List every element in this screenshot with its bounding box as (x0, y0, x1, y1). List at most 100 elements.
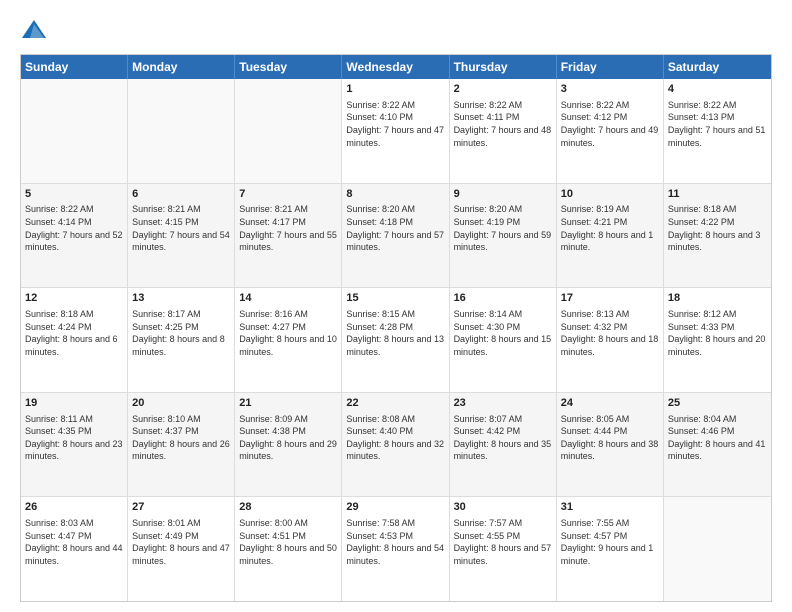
weekday-header: Sunday (21, 55, 128, 79)
cell-info: Sunrise: 7:58 AM Sunset: 4:53 PM Dayligh… (346, 517, 444, 567)
weekday-header: Saturday (664, 55, 771, 79)
weekday-header: Wednesday (342, 55, 449, 79)
calendar-body: 1 Sunrise: 8:22 AM Sunset: 4:10 PM Daylig… (21, 79, 771, 601)
calendar-cell: 27Sunrise: 8:01 AM Sunset: 4:49 PM Dayli… (128, 497, 235, 601)
calendar-row: 26 Sunrise: 8:03 AM Sunset: 4:47 PM Dayli… (21, 496, 771, 601)
calendar-cell (128, 79, 235, 183)
day-number: 17 (561, 291, 659, 306)
cell-info: Sunrise: 8:20 AM Sunset: 4:19 PM Dayligh… (454, 203, 552, 253)
cell-info: Sunrise: 8:20 AM Sunset: 4:18 PM Dayligh… (346, 203, 444, 253)
day-number: 18 (668, 291, 767, 306)
calendar-cell (235, 79, 342, 183)
calendar-cell: 22 Sunrise: 8:08 AM Sunset: 4:40 PM Dayli… (342, 393, 449, 497)
calendar-row: 5Sunrise: 8:22 AM Sunset: 4:14 PM Daylig… (21, 183, 771, 288)
calendar-cell: 5Sunrise: 8:22 AM Sunset: 4:14 PM Daylig… (21, 184, 128, 288)
calendar-cell: 18 Sunrise: 8:12 AM Sunset: 4:33 PM Dayli… (664, 288, 771, 392)
calendar-cell: 26 Sunrise: 8:03 AM Sunset: 4:47 PM Dayli… (21, 497, 128, 601)
calendar-cell: 4 Sunrise: 8:22 AM Sunset: 4:13 PM Daylig… (664, 79, 771, 183)
cell-info: Sunrise: 8:18 AM Sunset: 4:22 PM Dayligh… (668, 203, 767, 253)
cell-info: Sunrise: 8:22 AM Sunset: 4:12 PM Dayligh… (561, 99, 659, 149)
day-number: 14 (239, 291, 337, 306)
day-number: 20 (132, 396, 230, 411)
calendar-cell: 7Sunrise: 8:21 AM Sunset: 4:17 PM Daylig… (235, 184, 342, 288)
calendar-cell: 23 Sunrise: 8:07 AM Sunset: 4:42 PM Dayli… (450, 393, 557, 497)
calendar-cell: 15 Sunrise: 8:15 AM Sunset: 4:28 PM Dayli… (342, 288, 449, 392)
calendar-cell: 31Sunrise: 7:55 AM Sunset: 4:57 PM Dayli… (557, 497, 664, 601)
cell-info: Sunrise: 8:21 AM Sunset: 4:17 PM Dayligh… (239, 203, 337, 253)
day-number: 4 (668, 82, 767, 97)
calendar-cell: 16 Sunrise: 8:14 AM Sunset: 4:30 PM Dayli… (450, 288, 557, 392)
weekday-header: Friday (557, 55, 664, 79)
weekday-header: Tuesday (235, 55, 342, 79)
calendar-cell: 8Sunrise: 8:20 AM Sunset: 4:18 PM Daylig… (342, 184, 449, 288)
day-number: 30 (454, 500, 552, 515)
calendar-cell: 25Sunrise: 8:04 AM Sunset: 4:46 PM Dayli… (664, 393, 771, 497)
cell-info: Sunrise: 8:14 AM Sunset: 4:30 PM Dayligh… (454, 308, 552, 358)
day-number: 9 (454, 187, 552, 202)
calendar-cell: 6Sunrise: 8:21 AM Sunset: 4:15 PM Daylig… (128, 184, 235, 288)
cell-info: Sunrise: 8:03 AM Sunset: 4:47 PM Dayligh… (25, 517, 123, 567)
calendar-cell: 30 Sunrise: 7:57 AM Sunset: 4:55 PM Dayli… (450, 497, 557, 601)
day-number: 23 (454, 396, 552, 411)
cell-info: Sunrise: 8:13 AM Sunset: 4:32 PM Dayligh… (561, 308, 659, 358)
cell-info: Sunrise: 8:15 AM Sunset: 4:28 PM Dayligh… (346, 308, 444, 358)
day-number: 13 (132, 291, 230, 306)
cell-info: Sunrise: 8:17 AM Sunset: 4:25 PM Dayligh… (132, 308, 230, 358)
cell-info: Sunrise: 8:16 AM Sunset: 4:27 PM Dayligh… (239, 308, 337, 358)
cell-info: Sunrise: 8:11 AM Sunset: 4:35 PM Dayligh… (25, 413, 123, 463)
day-number: 16 (454, 291, 552, 306)
calendar-cell: 9Sunrise: 8:20 AM Sunset: 4:19 PM Daylig… (450, 184, 557, 288)
day-number: 26 (25, 500, 123, 515)
weekday-header: Monday (128, 55, 235, 79)
calendar-cell: 29 Sunrise: 7:58 AM Sunset: 4:53 PM Dayli… (342, 497, 449, 601)
day-number: 2 (454, 82, 552, 97)
day-number: 27 (132, 500, 230, 515)
calendar-row: 12 Sunrise: 8:18 AM Sunset: 4:24 PM Dayli… (21, 287, 771, 392)
calendar-cell: 10Sunrise: 8:19 AM Sunset: 4:21 PM Dayli… (557, 184, 664, 288)
day-number: 12 (25, 291, 123, 306)
calendar-cell (664, 497, 771, 601)
day-number: 21 (239, 396, 337, 411)
page: SundayMondayTuesdayWednesdayThursdayFrid… (0, 0, 792, 612)
cell-info: Sunrise: 8:09 AM Sunset: 4:38 PM Dayligh… (239, 413, 337, 463)
calendar-cell: 21 Sunrise: 8:09 AM Sunset: 4:38 PM Dayli… (235, 393, 342, 497)
day-number: 24 (561, 396, 659, 411)
day-number: 22 (346, 396, 444, 411)
logo (20, 16, 52, 44)
day-number: 25 (668, 396, 767, 411)
header (20, 16, 772, 44)
cell-info: Sunrise: 8:05 AM Sunset: 4:44 PM Dayligh… (561, 413, 659, 463)
day-number: 11 (668, 187, 767, 202)
calendar-cell: 2Sunrise: 8:22 AM Sunset: 4:11 PM Daylig… (450, 79, 557, 183)
cell-info: Sunrise: 8:12 AM Sunset: 4:33 PM Dayligh… (668, 308, 767, 358)
day-number: 29 (346, 500, 444, 515)
day-number: 1 (346, 82, 444, 97)
day-number: 5 (25, 187, 123, 202)
calendar-cell: 13 Sunrise: 8:17 AM Sunset: 4:25 PM Dayli… (128, 288, 235, 392)
calendar-row: 19 Sunrise: 8:11 AM Sunset: 4:35 PM Dayli… (21, 392, 771, 497)
day-number: 19 (25, 396, 123, 411)
cell-info: Sunrise: 8:22 AM Sunset: 4:10 PM Dayligh… (346, 99, 444, 149)
day-number: 31 (561, 500, 659, 515)
cell-info: Sunrise: 8:18 AM Sunset: 4:24 PM Dayligh… (25, 308, 123, 358)
cell-info: Sunrise: 7:57 AM Sunset: 4:55 PM Dayligh… (454, 517, 552, 567)
cell-info: Sunrise: 8:22 AM Sunset: 4:13 PM Dayligh… (668, 99, 767, 149)
calendar-cell: 12 Sunrise: 8:18 AM Sunset: 4:24 PM Dayli… (21, 288, 128, 392)
calendar-cell: 17 Sunrise: 8:13 AM Sunset: 4:32 PM Dayli… (557, 288, 664, 392)
cell-info: Sunrise: 8:10 AM Sunset: 4:37 PM Dayligh… (132, 413, 230, 463)
calendar-cell: 1 Sunrise: 8:22 AM Sunset: 4:10 PM Daylig… (342, 79, 449, 183)
calendar-cell: 20 Sunrise: 8:10 AM Sunset: 4:37 PM Dayli… (128, 393, 235, 497)
logo-icon (20, 16, 48, 44)
day-number: 15 (346, 291, 444, 306)
cell-info: Sunrise: 8:08 AM Sunset: 4:40 PM Dayligh… (346, 413, 444, 463)
day-number: 10 (561, 187, 659, 202)
cell-info: Sunrise: 8:19 AM Sunset: 4:21 PM Dayligh… (561, 203, 659, 253)
calendar: SundayMondayTuesdayWednesdayThursdayFrid… (20, 54, 772, 602)
cell-info: Sunrise: 8:21 AM Sunset: 4:15 PM Dayligh… (132, 203, 230, 253)
cell-info: Sunrise: 8:00 AM Sunset: 4:51 PM Dayligh… (239, 517, 337, 567)
calendar-cell: 19 Sunrise: 8:11 AM Sunset: 4:35 PM Dayli… (21, 393, 128, 497)
day-number: 8 (346, 187, 444, 202)
day-number: 6 (132, 187, 230, 202)
cell-info: Sunrise: 8:07 AM Sunset: 4:42 PM Dayligh… (454, 413, 552, 463)
calendar-cell: 24 Sunrise: 8:05 AM Sunset: 4:44 PM Dayli… (557, 393, 664, 497)
